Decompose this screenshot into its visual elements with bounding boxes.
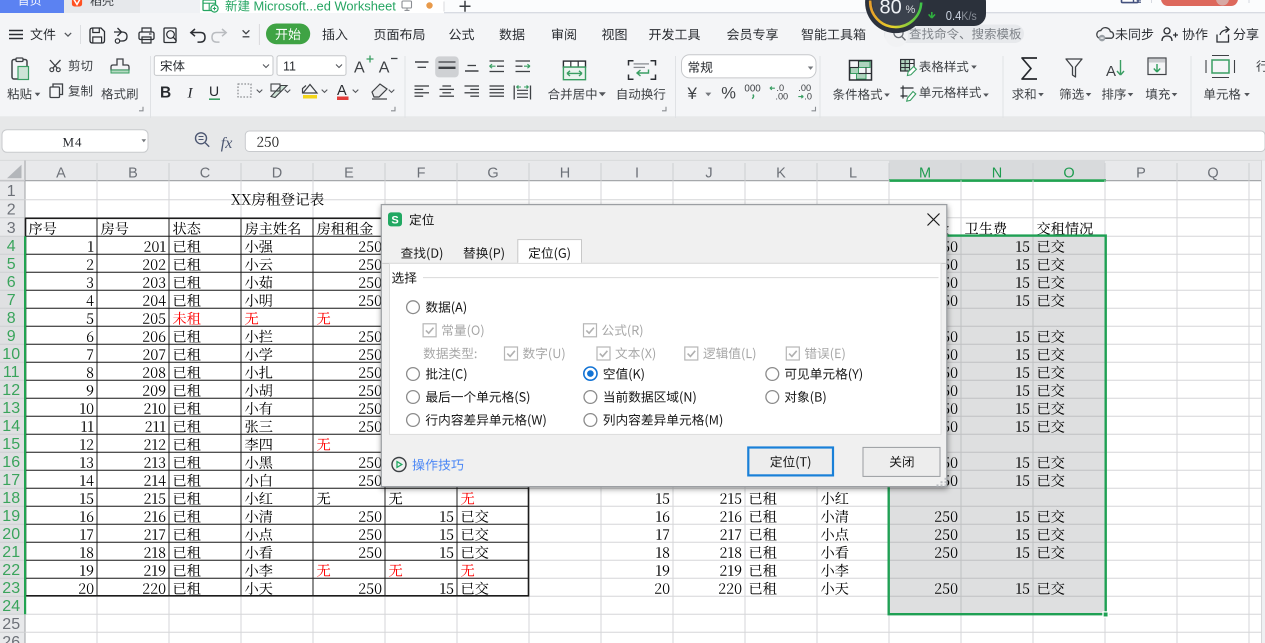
svg-text:E: E [344,165,354,181]
svg-text:B: B [128,165,138,181]
svg-text:G: G [487,165,498,181]
svg-text:21: 21 [2,544,20,561]
svg-text:9: 9 [7,328,16,345]
svg-text:18: 18 [2,490,20,507]
svg-text:%: % [906,4,916,16]
svg-text:24: 24 [2,598,20,615]
svg-text:B: B [160,85,171,102]
svg-text:O: O [1063,165,1074,181]
svg-text:L: L [849,165,857,181]
svg-text:10: 10 [2,346,20,363]
svg-text:19: 19 [2,508,20,525]
svg-text:17: 17 [2,472,20,489]
svg-text:26: 26 [2,634,20,643]
svg-text:.0: .0 [804,91,812,101]
svg-text:¥: ¥ [687,84,698,103]
svg-text:H: H [560,165,570,181]
svg-text:20: 20 [2,526,20,543]
svg-text:.00: .00 [775,91,788,101]
svg-text:U: U [209,83,219,99]
svg-text:3: 3 [7,220,16,237]
svg-text:K: K [776,165,786,181]
svg-text:I: I [187,86,194,102]
svg-text:12: 12 [2,382,20,399]
svg-text:A: A [354,60,365,77]
svg-text:11: 11 [3,364,20,381]
svg-text:1: 1 [7,183,16,200]
svg-text:4: 4 [7,238,16,255]
svg-text:K/s: K/s [961,9,977,23]
svg-text:23: 23 [2,580,20,597]
svg-text:M4: M4 [62,135,82,150]
svg-text:P: P [1136,165,1146,181]
svg-text:11: 11 [283,59,296,73]
svg-text:A: A [1106,63,1116,80]
svg-text:80: 80 [880,0,902,18]
svg-text:7: 7 [7,292,16,309]
svg-text:Microsoft...ed Worksheet: Microsoft...ed Worksheet [254,0,397,14]
svg-text:D: D [272,165,282,181]
svg-text:Q: Q [1207,165,1218,181]
svg-text:%: % [721,85,736,103]
svg-text:M: M [919,165,931,181]
svg-text:S: S [391,214,398,226]
svg-text:C: C [200,165,210,181]
svg-text:16: 16 [2,454,20,471]
svg-text:6: 6 [7,274,16,291]
svg-text:8: 8 [7,310,16,327]
svg-text:F: F [417,165,426,181]
svg-text:5: 5 [7,256,16,273]
svg-text:14: 14 [2,418,20,435]
svg-text:J: J [705,165,712,181]
svg-text:000: 000 [744,84,761,95]
svg-text:A: A [379,60,390,77]
svg-text:I: I [635,165,639,181]
svg-text:13: 13 [2,400,20,417]
svg-text:A: A [56,165,66,181]
svg-text:N: N [992,165,1002,181]
svg-text:25: 25 [2,616,20,633]
svg-text:0.4: 0.4 [946,8,962,23]
svg-text:2: 2 [7,202,16,219]
svg-text:22: 22 [2,562,20,579]
svg-text:15: 15 [2,436,20,453]
svg-text:fx: fx [221,135,233,152]
